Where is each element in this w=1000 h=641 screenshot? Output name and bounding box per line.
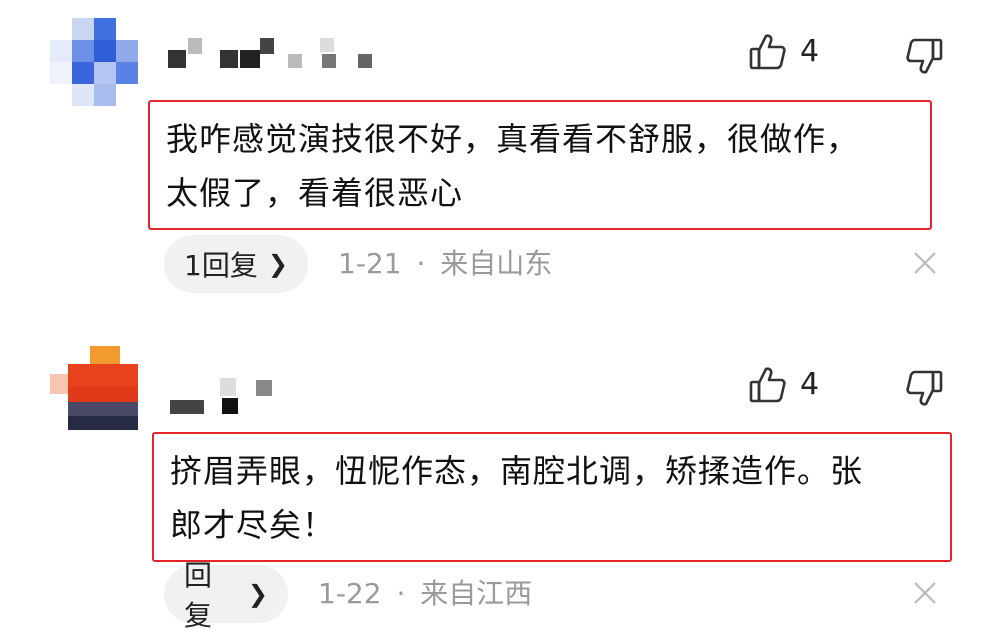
meta-separator: · <box>396 577 406 610</box>
comment-date: 1-22 <box>318 577 382 610</box>
comment-item: 4 挤眉弄眼，忸怩作态，南腔北调，矫揉造作。张 郎才尽矣！ 回复 ❯ 1-22 … <box>0 320 1000 641</box>
like-count: 4 <box>800 34 820 69</box>
reply-label: 1回复 <box>184 249 258 282</box>
comment-date: 1-21 <box>338 247 402 280</box>
reply-button[interactable]: 回复 ❯ <box>164 559 288 632</box>
dislike-button[interactable] <box>904 36 944 76</box>
like-count: 4 <box>800 367 820 402</box>
chevron-right-icon: ❯ <box>267 250 288 278</box>
comment-meta: 1-22 · 来自江西 <box>318 565 532 623</box>
reply-label: 回复 <box>184 559 213 632</box>
close-icon[interactable] <box>912 580 942 610</box>
username[interactable] <box>168 38 388 68</box>
avatar[interactable] <box>50 346 138 434</box>
comment-meta: 1-21 · 来自山东 <box>338 235 552 293</box>
thumbs-down-icon <box>904 370 944 412</box>
close-icon[interactable] <box>912 250 942 280</box>
comment-text: 我咋感觉演技很不好，真看看不舒服，很做作， 太假了，看着很恶心 <box>148 100 932 230</box>
thumbs-down-icon <box>904 38 944 80</box>
thumbs-up-icon <box>748 32 788 72</box>
username[interactable] <box>170 378 280 414</box>
reply-button[interactable]: 1回复 ❯ <box>164 235 308 293</box>
comment-location: 来自山东 <box>440 247 553 280</box>
like-button[interactable]: 4 <box>748 365 819 405</box>
meta-separator: · <box>416 247 426 280</box>
like-button[interactable]: 4 <box>748 32 819 72</box>
chevron-right-icon: ❯ <box>247 580 268 608</box>
comment-text: 挤眉弄眼，忸怩作态，南腔北调，矫揉造作。张 郎才尽矣！ <box>152 432 952 562</box>
comment-location: 来自江西 <box>420 577 533 610</box>
comment-item: 4 我咋感觉演技很不好，真看看不舒服，很做作， 太假了，看着很恶心 1回复 ❯ … <box>0 0 1000 320</box>
thumbs-up-icon <box>748 365 788 405</box>
dislike-button[interactable] <box>904 368 944 408</box>
avatar[interactable] <box>50 18 138 106</box>
